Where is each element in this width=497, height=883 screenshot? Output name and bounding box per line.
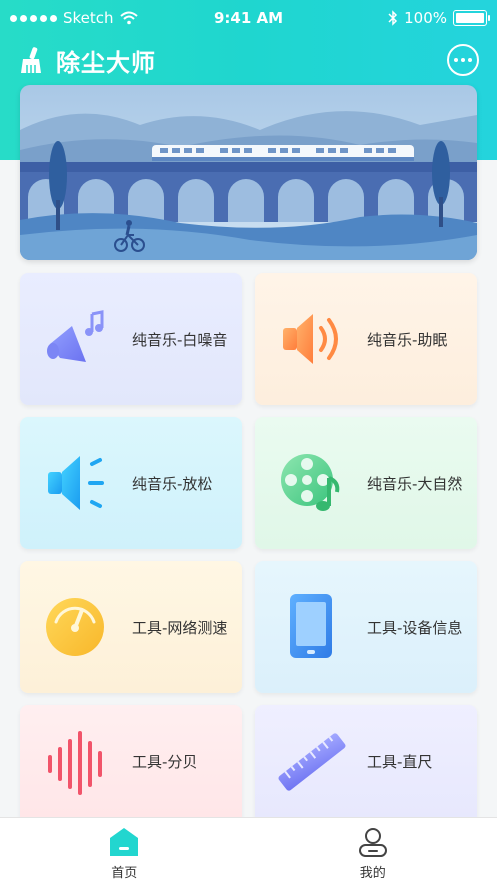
tree-right <box>432 141 450 205</box>
megaphone-music-icon <box>47 310 104 362</box>
card-decibel[interactable]: 工具-分贝 <box>20 705 242 818</box>
bridge-illustration <box>20 162 477 222</box>
card-relax[interactable]: 纯音乐-放松 <box>20 417 242 549</box>
status-bar: Sketch 9:41 AM 100% <box>0 0 497 36</box>
card-white-noise[interactable]: 纯音乐-白噪音 <box>20 273 242 405</box>
card-network-speed[interactable]: 工具-网络测速 <box>20 561 242 693</box>
battery-percent: 100% <box>404 9 447 27</box>
sound-bars-icon <box>48 730 102 795</box>
tab-home-label: 首页 <box>111 866 138 881</box>
speedometer-icon <box>46 598 104 656</box>
tab-mine-label: 我的 <box>359 866 386 881</box>
banner-image[interactable] <box>20 85 477 260</box>
card-ruler[interactable]: 工具-直尺 <box>255 705 477 818</box>
message-button[interactable] <box>447 44 479 76</box>
speaker-wave-icon <box>48 456 104 510</box>
tab-home[interactable]: 首页 <box>0 818 249 883</box>
home-icon <box>110 828 139 856</box>
ruler-icon <box>278 732 346 791</box>
wifi-icon <box>119 11 138 25</box>
train-illustration <box>152 145 414 161</box>
user-icon <box>358 828 387 857</box>
tab-bar: 首页 我的 <box>0 817 497 883</box>
card-label: 工具-网络测速 <box>132 618 228 637</box>
battery-icon <box>453 10 490 26</box>
card-device-info[interactable]: 工具-设备信息 <box>255 561 477 693</box>
signal-icon <box>10 14 57 22</box>
status-time: 9:41 AM <box>213 9 284 27</box>
carrier-name: Sketch <box>63 9 114 27</box>
card-label: 工具-分贝 <box>132 753 198 771</box>
film-reel-music-icon <box>281 454 340 511</box>
card-nature[interactable]: 纯音乐-大自然 <box>255 417 477 549</box>
bluetooth-icon <box>388 10 398 26</box>
card-label: 纯音乐-助眠 <box>367 330 448 349</box>
page-title: 除尘大师 <box>56 48 156 77</box>
card-sleep[interactable]: 纯音乐-助眠 <box>255 273 477 405</box>
card-label: 工具-设备信息 <box>367 618 463 637</box>
tree-left <box>49 141 67 209</box>
card-label: 纯音乐-白噪音 <box>132 330 228 349</box>
broom-icon <box>21 47 41 73</box>
tab-mine[interactable]: 我的 <box>249 818 497 883</box>
card-label: 纯音乐-放松 <box>132 474 213 493</box>
app-header: 除尘大师 <box>0 40 497 80</box>
phone-device-icon <box>290 594 332 658</box>
card-label: 纯音乐-大自然 <box>367 474 463 493</box>
card-label: 工具-直尺 <box>367 753 433 771</box>
speaker-sound-icon <box>283 314 338 364</box>
